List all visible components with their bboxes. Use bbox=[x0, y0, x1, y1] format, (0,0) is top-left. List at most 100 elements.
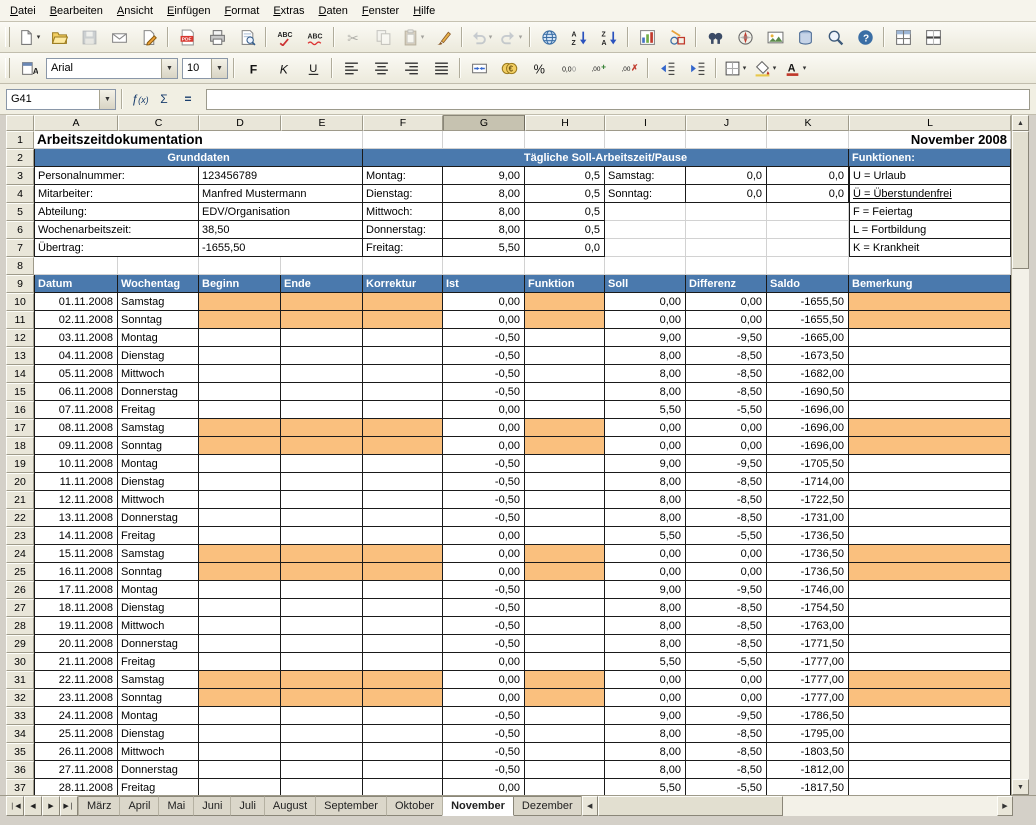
cell-differenz[interactable]: 0,00 bbox=[686, 419, 767, 437]
column-header-j[interactable]: J bbox=[686, 115, 767, 131]
cell-soll[interactable]: 9,00 bbox=[605, 707, 686, 725]
cell-ende[interactable] bbox=[281, 563, 363, 581]
increase-indent-button[interactable] bbox=[682, 55, 712, 81]
cell-beginn[interactable] bbox=[199, 635, 281, 653]
cell-ist[interactable]: 0,00 bbox=[443, 779, 525, 795]
freeze-panes-button[interactable] bbox=[888, 24, 918, 50]
weekday-soll[interactable]: 9,00 bbox=[443, 167, 525, 185]
cell-wochentag[interactable]: Mittwoch bbox=[118, 365, 199, 383]
merge-cells-button[interactable] bbox=[464, 55, 494, 81]
cell-bemerkung[interactable] bbox=[849, 653, 1011, 671]
funktion-legend[interactable]: Ü = Überstundenfrei bbox=[849, 185, 1011, 203]
column-header-k[interactable]: K bbox=[767, 115, 849, 131]
row-header[interactable]: 19 bbox=[6, 455, 34, 473]
cell-funktion[interactable] bbox=[525, 347, 605, 365]
cell-wochentag[interactable]: Sonntag bbox=[118, 689, 199, 707]
cell-ist[interactable]: -0,50 bbox=[443, 725, 525, 743]
cell-beginn[interactable] bbox=[199, 671, 281, 689]
cell-ist[interactable]: -0,50 bbox=[443, 383, 525, 401]
cell-wochentag[interactable]: Samstag bbox=[118, 671, 199, 689]
weekday-label[interactable]: Donnerstag: bbox=[363, 221, 443, 239]
cell-wochentag[interactable]: Mittwoch bbox=[118, 617, 199, 635]
cell[interactable] bbox=[686, 257, 767, 275]
cell-funktion[interactable] bbox=[525, 635, 605, 653]
cell-soll[interactable]: 9,00 bbox=[605, 581, 686, 599]
cell-differenz[interactable]: 0,00 bbox=[686, 671, 767, 689]
cell-soll[interactable]: 9,00 bbox=[605, 329, 686, 347]
cell-korrektur[interactable] bbox=[363, 419, 443, 437]
cell-differenz[interactable]: -8,50 bbox=[686, 365, 767, 383]
cell[interactable] bbox=[767, 221, 849, 239]
print-button[interactable] bbox=[202, 24, 232, 50]
weekday-pause[interactable]: 0,5 bbox=[525, 203, 605, 221]
cell[interactable] bbox=[605, 257, 686, 275]
cell[interactable] bbox=[686, 203, 767, 221]
cell-korrektur[interactable] bbox=[363, 617, 443, 635]
row-header[interactable]: 33 bbox=[6, 707, 34, 725]
cell-funktion[interactable] bbox=[525, 491, 605, 509]
cell-wochentag[interactable]: Dienstag bbox=[118, 347, 199, 365]
menu-ansicht[interactable]: Ansicht bbox=[110, 3, 160, 19]
sheet-tab-november[interactable]: November bbox=[442, 796, 514, 816]
font-name-combo[interactable]: Arial▼ bbox=[46, 58, 178, 79]
cell-differenz[interactable]: -5,50 bbox=[686, 401, 767, 419]
help-button[interactable]: ? bbox=[850, 24, 880, 50]
weekday-label[interactable]: Dienstag: bbox=[363, 185, 443, 203]
cell-saldo[interactable]: -1665,00 bbox=[767, 329, 849, 347]
cell-bemerkung[interactable] bbox=[849, 563, 1011, 581]
cell-soll[interactable]: 8,00 bbox=[605, 347, 686, 365]
cell-ist[interactable]: 0,00 bbox=[443, 311, 525, 329]
cell-saldo[interactable]: -1655,50 bbox=[767, 293, 849, 311]
row-header[interactable]: 16 bbox=[6, 401, 34, 419]
cell-korrektur[interactable] bbox=[363, 563, 443, 581]
cell-saldo[interactable]: -1817,50 bbox=[767, 779, 849, 795]
weekend-pause[interactable]: 0,0 bbox=[767, 185, 849, 203]
cell-datum[interactable]: 19.11.2008 bbox=[34, 617, 118, 635]
scroll-right-button[interactable]: ▶ bbox=[997, 796, 1013, 816]
cell-datum[interactable]: 08.11.2008 bbox=[34, 419, 118, 437]
cell-funktion[interactable] bbox=[525, 761, 605, 779]
cell-datum[interactable]: 20.11.2008 bbox=[34, 635, 118, 653]
cell-funktion[interactable] bbox=[525, 437, 605, 455]
cell-differenz[interactable]: -8,50 bbox=[686, 725, 767, 743]
row-header[interactable]: 30 bbox=[6, 653, 34, 671]
cell-soll[interactable]: 0,00 bbox=[605, 311, 686, 329]
cell-korrektur[interactable] bbox=[363, 725, 443, 743]
cell-bemerkung[interactable] bbox=[849, 329, 1011, 347]
funktion-legend[interactable]: F = Feiertag bbox=[849, 203, 1011, 221]
cell-wochentag[interactable]: Donnerstag bbox=[118, 383, 199, 401]
cell-funktion[interactable] bbox=[525, 311, 605, 329]
cell-soll[interactable]: 8,00 bbox=[605, 761, 686, 779]
row-header[interactable]: 21 bbox=[6, 491, 34, 509]
cell-ist[interactable]: 0,00 bbox=[443, 437, 525, 455]
insert-chart-button[interactable] bbox=[632, 24, 662, 50]
row-header[interactable]: 32 bbox=[6, 689, 34, 707]
cell-korrektur[interactable] bbox=[363, 743, 443, 761]
cell-differenz[interactable]: -8,50 bbox=[686, 491, 767, 509]
row-header[interactable]: 1 bbox=[6, 131, 34, 149]
cell-bemerkung[interactable] bbox=[849, 545, 1011, 563]
currency-button[interactable]: € bbox=[494, 55, 524, 81]
cell-ist[interactable]: 0,00 bbox=[443, 527, 525, 545]
new-document-button[interactable] bbox=[14, 24, 44, 50]
weekday-pause[interactable]: 0,5 bbox=[525, 167, 605, 185]
weekday-label[interactable]: Mittwoch: bbox=[363, 203, 443, 221]
split-window-button[interactable] bbox=[918, 24, 948, 50]
cell-ende[interactable] bbox=[281, 761, 363, 779]
cell-soll[interactable]: 0,00 bbox=[605, 293, 686, 311]
cell-ist[interactable]: -0,50 bbox=[443, 347, 525, 365]
cell-wochentag[interactable]: Freitag bbox=[118, 653, 199, 671]
menu-fenster[interactable]: Fenster bbox=[355, 3, 406, 19]
cell-datum[interactable]: 11.11.2008 bbox=[34, 473, 118, 491]
cell-bemerkung[interactable] bbox=[849, 509, 1011, 527]
auto-spellcheck-button[interactable]: ABC bbox=[300, 24, 330, 50]
row-header[interactable]: 31 bbox=[6, 671, 34, 689]
weekend-label[interactable]: Sonntag: bbox=[605, 185, 686, 203]
gallery-button[interactable] bbox=[760, 24, 790, 50]
cell-korrektur[interactable] bbox=[363, 509, 443, 527]
cell-differenz[interactable]: -8,50 bbox=[686, 347, 767, 365]
cell-bemerkung[interactable] bbox=[849, 617, 1011, 635]
row-header[interactable]: 2 bbox=[6, 149, 34, 167]
cell[interactable] bbox=[34, 257, 118, 275]
cell-funktion[interactable] bbox=[525, 779, 605, 795]
